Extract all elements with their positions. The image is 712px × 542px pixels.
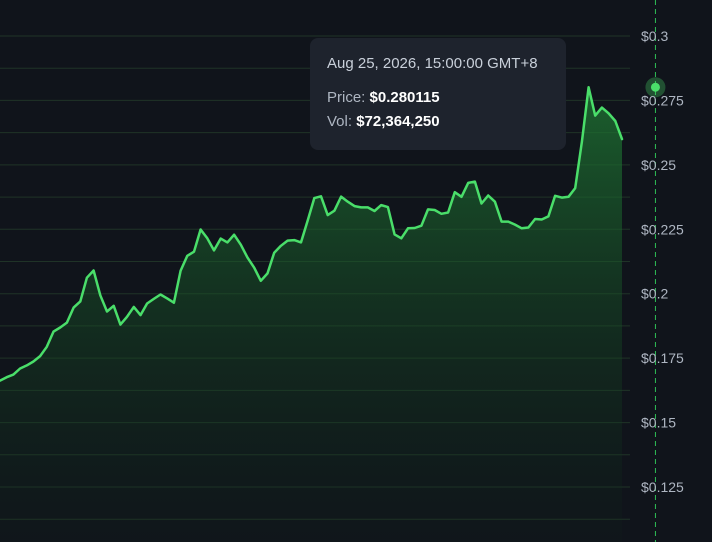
tooltip-date: Aug 25, 2026, 15:00:00 GMT+8 bbox=[327, 55, 538, 72]
tooltip-price-label: Price: bbox=[327, 89, 366, 106]
y-tick-label: $0.175 bbox=[641, 350, 684, 366]
crosshair-layer bbox=[645, 0, 666, 542]
y-tick-label: $0.225 bbox=[641, 221, 684, 237]
tooltip-price-row: Price: $0.280115 bbox=[327, 89, 566, 106]
y-tick-label: $0.125 bbox=[641, 479, 684, 495]
tooltip-vol-value: $72,364,250 bbox=[356, 113, 440, 130]
area-fill-layer bbox=[0, 87, 622, 542]
y-tick-label: $0.25 bbox=[641, 157, 676, 173]
area-fill bbox=[0, 87, 622, 542]
y-tick-label: $0.15 bbox=[641, 415, 676, 431]
price-chart[interactable]: $0.125 $0.15 $0.175 $0.2 $0.225 $0.25 $0.275 $0… bbox=[0, 0, 712, 542]
highlight-point bbox=[650, 82, 660, 92]
y-axis-ticks: $0.125 $0.15 $0.175 $0.2 $0.225 $0.25 $0.275 $0… bbox=[641, 28, 684, 495]
price-tooltip: Aug 25, 2026, 15:00:00 GMT+8 Price: $0.2… bbox=[310, 38, 566, 150]
y-tick-label: $0.275 bbox=[641, 92, 684, 108]
y-tick-label: $0.2 bbox=[641, 286, 668, 302]
tooltip-vol-label: Vol: bbox=[327, 113, 353, 130]
tooltip-vol-row: Vol: $72,364,250 bbox=[327, 113, 566, 130]
tooltip-price-value: $0.280115 bbox=[369, 89, 440, 106]
y-tick-label: $0.3 bbox=[641, 28, 668, 44]
